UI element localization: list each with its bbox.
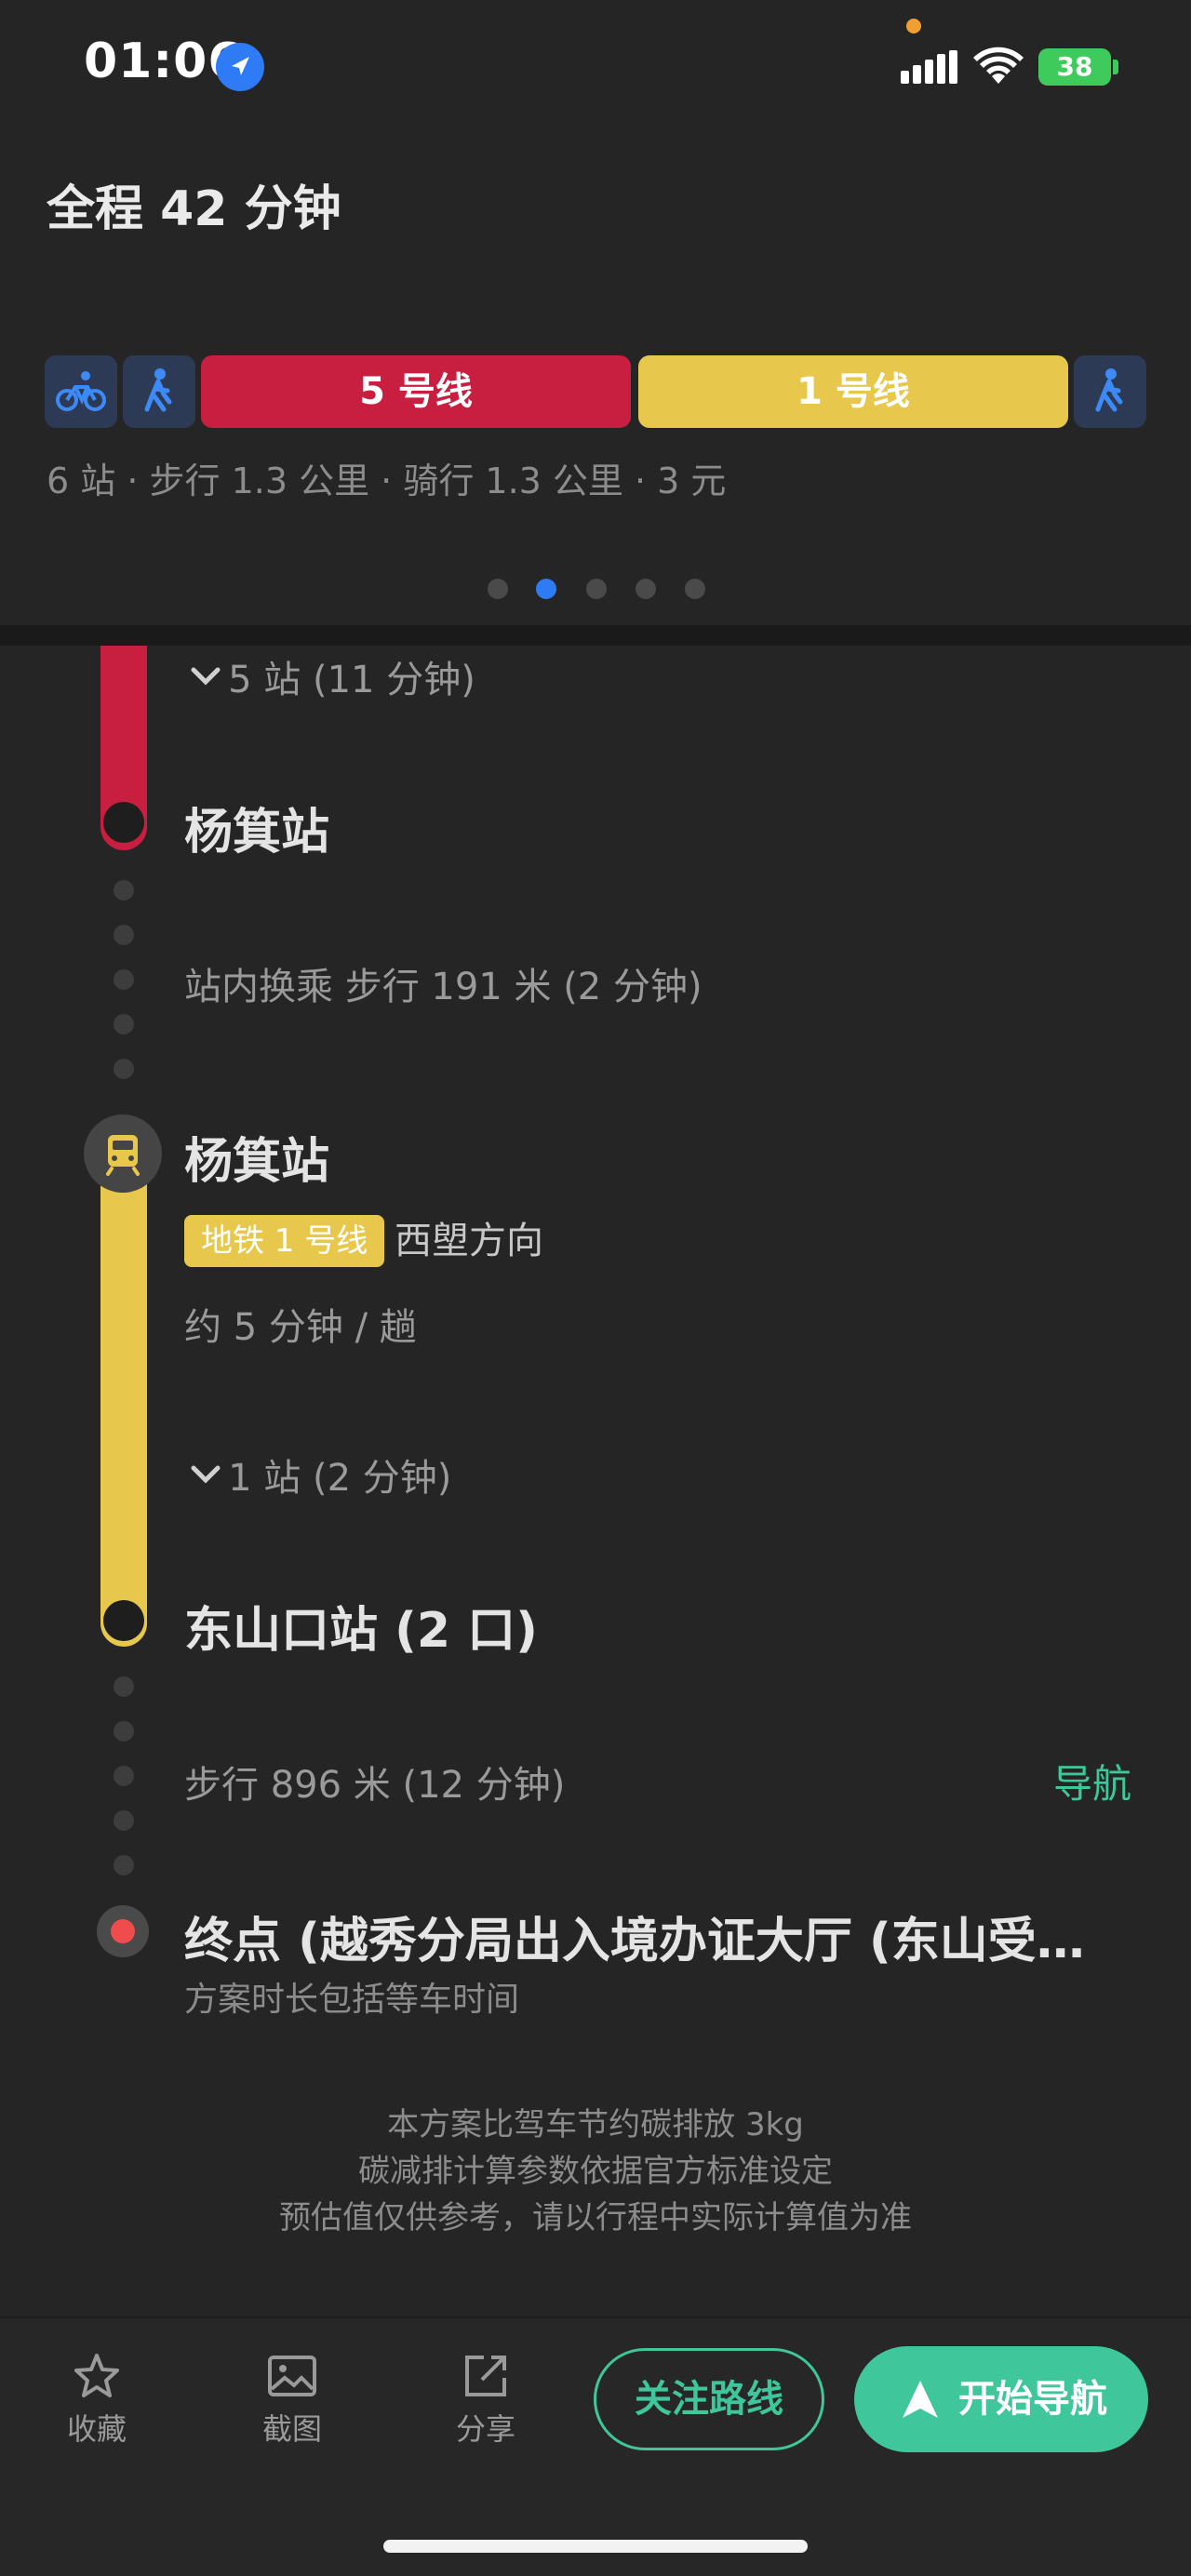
- line-5-expand-label: 5 站 (11 分钟): [228, 659, 475, 701]
- walk-dot: [114, 880, 134, 901]
- favorite-button[interactable]: 收藏: [41, 2350, 153, 2449]
- station-dongshankou: 东山口站 (2 口): [184, 1603, 538, 1659]
- start-navigation-label: 开始导航: [958, 2378, 1107, 2421]
- start-navigation-button[interactable]: 开始导航: [854, 2346, 1148, 2452]
- line-1-expand-label: 1 站 (2 分钟): [228, 1457, 452, 1500]
- star-icon: [74, 2354, 119, 2397]
- line-1-expand-toggle[interactable]: 1 站 (2 分钟): [188, 1448, 451, 1502]
- destination-title: 终点 (越秀分局出入境办证大厅 (东山受…: [184, 1914, 1085, 1969]
- page-dot-1[interactable]: [488, 579, 508, 599]
- image-icon: [268, 2356, 316, 2396]
- location-arrow-icon: [216, 43, 264, 91]
- segment-line-5[interactable]: 5 号线: [201, 355, 631, 428]
- walk-dot: [114, 969, 134, 990]
- home-indicator[interactable]: [383, 2540, 808, 2553]
- route-summary: 6 站 · 步行 1.3 公里 · 骑行 1.3 公里 · 3 元: [47, 460, 727, 501]
- transfer-info: 站内换乘 步行 191 米 (2 分钟): [184, 966, 703, 1008]
- bike-icon: [56, 371, 106, 411]
- walk-dot: [114, 1721, 134, 1742]
- destination-subtitle: 方案时长包括等车时间: [184, 1981, 520, 2019]
- share-icon: [465, 2356, 506, 2396]
- follow-route-button[interactable]: 关注路线: [594, 2348, 824, 2450]
- carbon-note: 本方案比驾车节约碳排放 3kg: [387, 2106, 804, 2143]
- subway-icon: [84, 1114, 162, 1193]
- walk-dot: [114, 1676, 134, 1697]
- section-divider: [0, 625, 1191, 646]
- station-node: [103, 802, 144, 843]
- share-button[interactable]: 分享: [430, 2350, 542, 2449]
- destination-dot: [111, 1919, 135, 1943]
- station-node: [103, 1600, 144, 1641]
- segment-walk-1[interactable]: [123, 355, 195, 428]
- page-dot-5[interactable]: [685, 579, 705, 599]
- battery-indicator: 38: [1038, 48, 1111, 86]
- line-5-expand-toggle[interactable]: 5 站 (11 分钟): [188, 649, 475, 703]
- walk-dot: [114, 925, 134, 945]
- walk-dot: [114, 1810, 134, 1831]
- line-1-frequency: 约 5 分钟 / 趟: [184, 1306, 417, 1349]
- wifi-icon: [973, 47, 1024, 84]
- segment-walk-2[interactable]: [1074, 355, 1146, 428]
- carbon-method-note: 碳减排计算参数依据官方标准设定: [358, 2153, 833, 2190]
- walk-dot: [114, 1059, 134, 1079]
- line-1-badge[interactable]: 地铁 1 号线: [184, 1215, 385, 1267]
- station-yangji: 杨箕站: [184, 805, 330, 861]
- favorite-label: 收藏: [66, 2411, 127, 2447]
- walk-navigation-link[interactable]: 导航: [1053, 1753, 1131, 1809]
- segment-bike[interactable]: [45, 355, 117, 428]
- page-dot-4[interactable]: [636, 579, 656, 599]
- cellular-signal-icon: [901, 50, 957, 84]
- line-1-direction: 西塱方向: [395, 1220, 543, 1262]
- station-yangji-board: 杨箕站: [184, 1134, 330, 1190]
- walk-dot: [114, 1766, 134, 1786]
- page-dot-3[interactable]: [586, 579, 607, 599]
- chevron-down-icon: [191, 1465, 221, 1484]
- chevron-down-icon: [191, 667, 221, 686]
- share-label: 分享: [455, 2411, 515, 2447]
- line-1-track: [100, 1144, 147, 1647]
- estimate-disclaimer: 预估值仅供参考，请以行程中实际计算值为准: [279, 2199, 912, 2236]
- privacy-indicator: [906, 19, 921, 33]
- page-dot-2-active[interactable]: [536, 579, 556, 599]
- walk-dot: [114, 1855, 134, 1875]
- walk-icon: [144, 368, 172, 412]
- walk-dot: [114, 1014, 134, 1034]
- page-title: 全程 42 分钟: [47, 181, 341, 237]
- screenshot-button[interactable]: 截图: [236, 2350, 348, 2449]
- navigation-arrow-icon: [903, 2381, 938, 2418]
- walk-info: 步行 896 米 (12 分钟): [184, 1764, 566, 1807]
- walk-icon: [1095, 368, 1123, 412]
- segment-line-1[interactable]: 1 号线: [638, 355, 1068, 428]
- battery-tip: [1113, 60, 1118, 74]
- screenshot-label: 截图: [261, 2411, 322, 2447]
